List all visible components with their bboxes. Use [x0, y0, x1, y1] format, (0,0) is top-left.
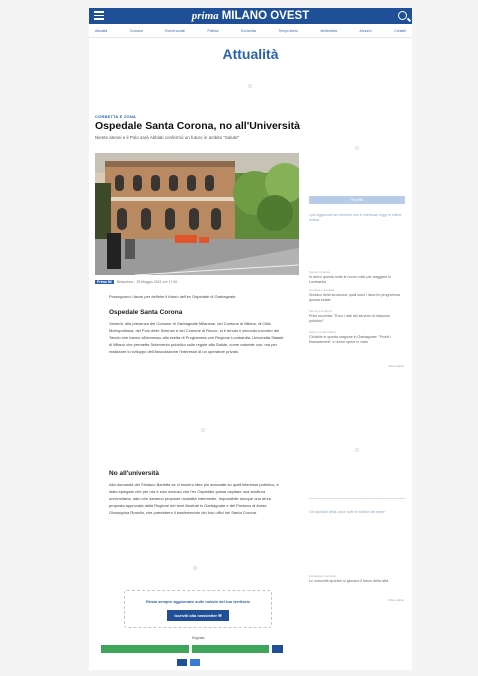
- section-heading: No all'università: [109, 470, 159, 477]
- main-nav: Attualità Cronaca Eventi sociali Politic…: [89, 25, 412, 38]
- newsletter-box: Resta sempre aggiornato sulle notizie de…: [124, 590, 272, 628]
- sidebar-divider: [309, 498, 405, 499]
- section-heading: Ospedale Santa Corona: [109, 309, 183, 316]
- sidebar-more-link[interactable]: Altre notizie: [388, 364, 404, 368]
- mail-icon[interactable]: [272, 645, 283, 653]
- nav-item[interactable]: Multimedia: [321, 29, 337, 33]
- newsletter-button-label: Iscriviti alla newsletter: [174, 613, 218, 618]
- share-telegram-button[interactable]: [190, 659, 200, 666]
- share-facebook-button[interactable]: [101, 645, 189, 653]
- nav-item[interactable]: Attualità: [95, 29, 107, 33]
- top-bar: prima MILANO OVEST: [89, 8, 412, 24]
- search-icon[interactable]: [398, 11, 407, 20]
- newsletter-button[interactable]: Iscriviti alla newsletter ✉: [167, 610, 229, 621]
- article-byline: Prima MI Redazione · 25 Maggio 2021 ore …: [95, 280, 177, 284]
- sidebar-item[interactable]: Nuove iniziative In arrivo questa notte l…: [309, 270, 405, 285]
- article-paragraph: Alla domanda del Sindaco Barletta se vi …: [109, 482, 279, 515]
- sidebar-item[interactable]: Gli ospedali della zona: tutte le notizi…: [309, 510, 405, 515]
- article-headline: Ospedale Santa Corona, no all'Università: [95, 120, 300, 132]
- article-paragraph: Venerdì, alla presenza del Comune di Gar…: [109, 321, 284, 354]
- article-kicker[interactable]: CORBETTA E ZONA: [95, 114, 136, 119]
- nav-item[interactable]: Cronaca: [130, 29, 143, 33]
- article-intro: Proseguono i lavori per definire il futu…: [109, 294, 236, 299]
- sidebar-item[interactable]: Cronaca e attualità Sindaco della sicurez…: [309, 288, 405, 303]
- ad-placeholder: [193, 566, 197, 570]
- hospital-building-photo: [95, 153, 299, 275]
- byline-text: Redazione · 25 Maggio 2021 ore 17:00: [116, 280, 178, 284]
- ad-placeholder: [355, 448, 359, 452]
- sidebar-more-link[interactable]: Altre notizie: [388, 598, 404, 602]
- sidebar-item[interactable]: Comunità e territorio Le comunità sportiv…: [309, 574, 405, 584]
- nav-item[interactable]: Tempo libero: [279, 29, 298, 33]
- share-twitter-button[interactable]: [177, 659, 187, 666]
- sidebar-header-bar: Più letti: [309, 196, 405, 204]
- site-logo[interactable]: prima MILANO OVEST: [89, 9, 412, 23]
- nav-item[interactable]: Contatti: [394, 29, 406, 33]
- share-whatsapp-button[interactable]: [192, 645, 269, 653]
- article-hero-image: [95, 153, 299, 275]
- sidebar-item[interactable]: I più aggiornati sul territorio che ti i…: [309, 213, 405, 223]
- section-title: Attualità: [222, 46, 279, 62]
- brand-prefix: prima: [191, 10, 219, 22]
- sidebar-item[interactable]: Servizi e territorio Primi successi: "Ecc…: [309, 309, 405, 324]
- share-bar: [101, 645, 283, 653]
- ad-placeholder: [201, 428, 205, 432]
- ad-placeholder: [248, 84, 252, 88]
- share-label: Segnala: [191, 636, 205, 640]
- brand-name: MILANO OVEST: [221, 10, 310, 22]
- page: prima MILANO OVEST Attualità Cronaca Even…: [89, 8, 412, 670]
- newsletter-text: Resta sempre aggiornato sulle notizie de…: [145, 599, 251, 604]
- nav-item[interactable]: Politica: [207, 29, 218, 33]
- nav-item[interactable]: Eventi sociali: [165, 29, 185, 33]
- byline-tag[interactable]: Prima MI: [95, 280, 114, 284]
- share-row-secondary: [177, 659, 200, 666]
- nav-item[interactable]: Economia: [241, 29, 256, 33]
- ad-placeholder: [355, 146, 359, 150]
- nav-item[interactable]: Annunci: [359, 29, 371, 33]
- article-subtitle: Niente atenei e il Polo sarà Abbiati con…: [95, 135, 240, 140]
- sidebar-item[interactable]: Sport e tempo libero Ciclabile in questa …: [309, 330, 405, 345]
